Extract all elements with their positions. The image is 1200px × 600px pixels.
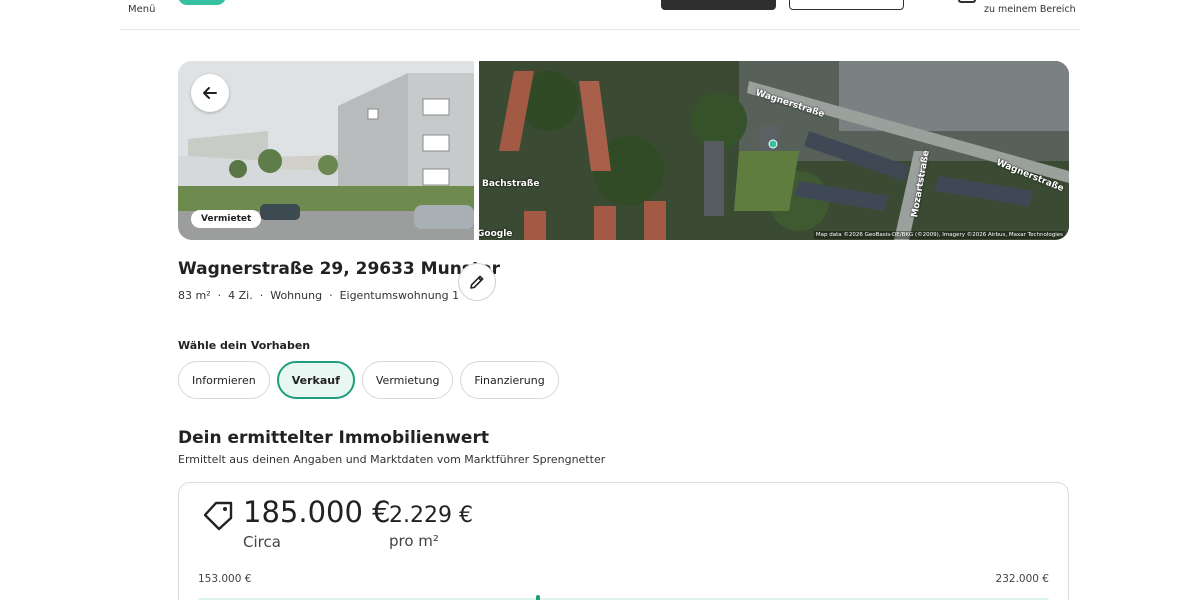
top-header: Menü zu meinem Bereich	[120, 0, 1080, 30]
range-min: 153.000 €	[198, 573, 252, 585]
valuation-title: Dein ermittelter Immobilienwert	[178, 428, 489, 448]
edit-button[interactable]	[458, 263, 496, 301]
property-address: Wagnerstraße 29, 29633 Munster	[178, 259, 500, 279]
fact-area: 83 m²	[178, 289, 211, 302]
price-per-sqm-caption: pro m²	[389, 532, 439, 550]
fact-rooms: 4 Zi.	[228, 289, 253, 302]
intent-option-vermietung[interactable]: Vermietung	[361, 361, 454, 399]
satellite-map-image	[479, 61, 1069, 240]
valuation-card: 185.000 € Circa 2.229 € pro m² 153.000 €…	[178, 482, 1069, 600]
my-area-link[interactable]: zu meinem Bereich	[984, 4, 1076, 15]
separator: ·	[259, 289, 264, 302]
account-icon[interactable]	[958, 0, 976, 3]
property-facts: 83 m² · 4 Zi. · Wohnung · Eigentumswohnu…	[178, 289, 459, 302]
price-range-marker	[536, 595, 541, 600]
intent-label: Wähle dein Vorhaben	[178, 339, 311, 352]
fact-subtype: Eigentumswohnung 1	[339, 289, 460, 302]
intent-option-informieren[interactable]: Informieren	[178, 361, 270, 399]
map-attribution[interactable]: Map data ©2026 GeoBasis-DE/BKG (©2009), …	[813, 231, 1065, 239]
header-primary-button[interactable]	[661, 0, 776, 10]
intent-option-verkauf[interactable]: Verkauf	[276, 361, 355, 399]
status-badge: Vermietet	[191, 210, 262, 228]
pencil-icon	[470, 275, 484, 289]
estimated-price-caption: Circa	[243, 533, 281, 551]
back-button[interactable]	[191, 74, 229, 112]
menu-label[interactable]: Menü	[128, 4, 155, 15]
fact-type: Wohnung	[270, 289, 323, 302]
separator: ·	[217, 289, 222, 302]
estimated-price: 185.000 €	[243, 495, 391, 529]
brand-logo[interactable]	[178, 0, 226, 5]
separator: ·	[329, 289, 333, 302]
price-tag-icon	[203, 501, 233, 531]
header-secondary-button[interactable]	[789, 0, 904, 10]
property-photo: Vermietet	[178, 61, 474, 240]
google-logo: Google	[479, 229, 513, 239]
price-per-sqm: 2.229 €	[389, 503, 473, 528]
intent-options: Informieren Verkauf Vermietung Finanzier…	[178, 361, 559, 399]
arrow-left-icon	[203, 87, 217, 99]
range-max: 232.000 €	[995, 573, 1049, 585]
valuation-subtitle: Ermittelt aus deinen Angaben und Marktda…	[178, 453, 606, 466]
intent-option-finanzierung[interactable]: Finanzierung	[460, 361, 559, 399]
satellite-map[interactable]: Wagnerstraße Wagnerstraße Bachstraße Moz…	[479, 61, 1069, 240]
map-street-label: Bachstraße	[482, 179, 540, 189]
